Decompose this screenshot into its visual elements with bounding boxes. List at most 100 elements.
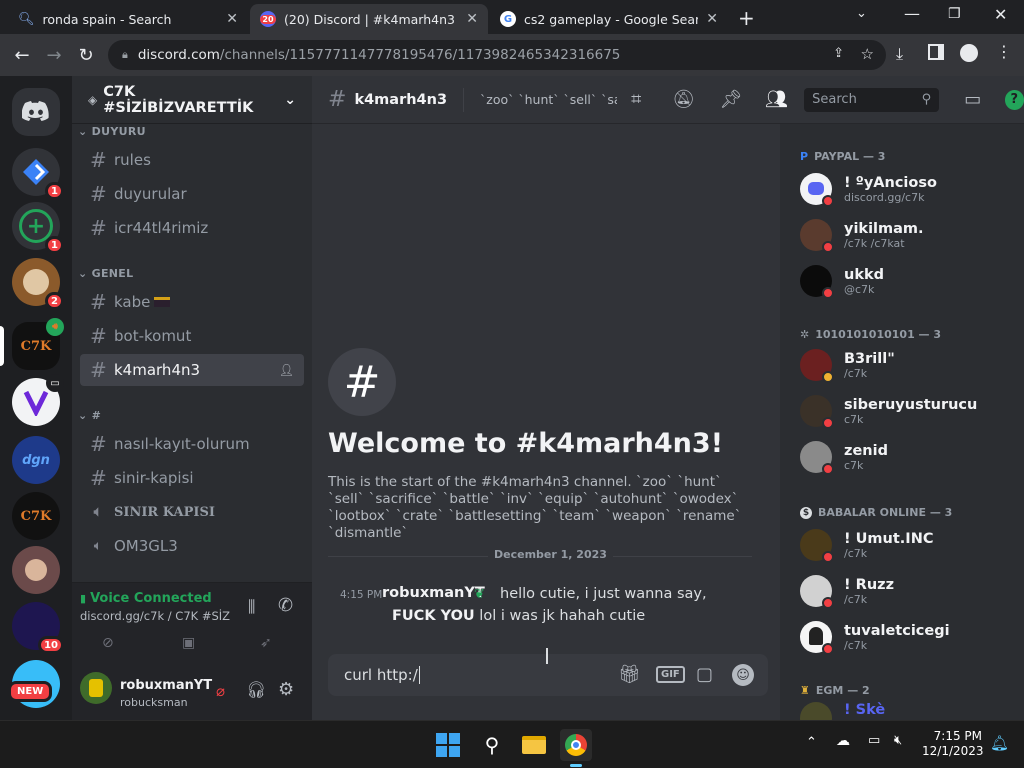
- close-icon[interactable]: ✕: [226, 11, 238, 27]
- channel-k4marh4n3[interactable]: # k4marh4n3 👤︎: [80, 354, 304, 386]
- member-item[interactable]: ! Ruzz/c7k: [800, 570, 1020, 612]
- volume-muted-icon[interactable]: 🔇︎: [894, 733, 902, 748]
- voice-channel-sinir-kapisi[interactable]: 🔈︎ SINIR KAPISI: [80, 496, 304, 528]
- noise-suppression-icon[interactable]: ⫼: [248, 597, 255, 617]
- voice-channel-link[interactable]: discord.gg/c7k / C7K #SİZİ...: [80, 609, 230, 623]
- inbox-icon[interactable]: ▭: [961, 88, 984, 112]
- server-icon[interactable]: 10: [12, 602, 64, 654]
- member-item[interactable]: tuvaletcicegi/c7k: [800, 616, 1020, 658]
- camera-off-icon[interactable]: ⊘: [102, 635, 114, 651]
- new-tab-button[interactable]: +: [738, 6, 755, 30]
- onedrive-icon[interactable]: ☁: [836, 733, 850, 749]
- back-arrow-icon[interactable]: ←: [6, 39, 38, 71]
- server-icon[interactable]: [12, 546, 60, 594]
- chrome-icon[interactable]: [560, 729, 592, 767]
- avatar[interactable]: [80, 672, 112, 704]
- message-input[interactable]: curl http:/ 🎁︎ GIF ▢ ☺: [328, 654, 768, 696]
- headphones-icon[interactable]: 🎧︎: [246, 680, 266, 699]
- help-icon[interactable]: ?: [1004, 89, 1024, 110]
- minimize-icon[interactable]: —: [904, 4, 920, 23]
- server-icon[interactable]: dgn: [12, 436, 60, 484]
- forward-arrow-icon[interactable]: →: [38, 39, 70, 71]
- voice-channel-om3gl3[interactable]: 🔈︎ OM3GL3: [80, 530, 304, 562]
- mic-muted-icon[interactable]: ⌀: [216, 682, 225, 700]
- channel-sinir-kapisi[interactable]: # sinir-kapisi: [80, 462, 304, 494]
- tab-search-icon[interactable]: ⌄: [856, 6, 867, 21]
- pin-icon[interactable]: 📌︎: [719, 88, 743, 112]
- screen-share-icon[interactable]: ▣: [182, 635, 195, 651]
- category-duyuru[interactable]: ⌄ DUYURU: [78, 125, 146, 138]
- kaaba-emoji-icon: [154, 297, 171, 307]
- member-item[interactable]: ! Umut.INC/c7k: [800, 524, 1020, 566]
- server-icon-c7k[interactable]: C7K: [12, 492, 60, 540]
- gif-icon[interactable]: GIF: [656, 666, 685, 683]
- profile-icon[interactable]: [960, 44, 978, 62]
- disconnect-call-icon[interactable]: ✆: [278, 595, 293, 616]
- member-item[interactable]: zenid c7k: [800, 436, 1020, 478]
- bookmark-star-icon[interactable]: ☆: [861, 45, 874, 63]
- server-icon-c7k[interactable]: C7K 🔊︎: [0, 318, 64, 370]
- reload-icon[interactable]: ↻: [70, 39, 102, 71]
- member-item[interactable]: ! ºyAncioso discord.gg/c7k: [800, 168, 1020, 210]
- category-hash[interactable]: ⌄ #: [78, 409, 101, 422]
- sticker-icon[interactable]: ▢: [696, 664, 713, 685]
- server-header[interactable]: ◈ C7K #SİZİBİZVARETTİK ⌄: [72, 76, 312, 124]
- channel-kabe[interactable]: # kabe: [80, 286, 304, 318]
- member-item[interactable]: ! Skè: [800, 702, 1020, 720]
- member-item[interactable]: B3rill"/c7k: [800, 344, 1020, 386]
- voice-status[interactable]: ▮ Voice Connected: [80, 591, 212, 606]
- settings-gear-icon[interactable]: ⚙: [278, 679, 294, 700]
- search-icon[interactable]: ⚲: [476, 729, 508, 761]
- server-icon[interactable]: ▭: [12, 374, 64, 426]
- close-icon[interactable]: ✕: [706, 11, 718, 27]
- activity-rocket-icon[interactable]: ➶: [260, 635, 272, 651]
- member-item[interactable]: ukkd @c7k: [800, 260, 1020, 302]
- gift-icon[interactable]: 🎁︎: [618, 664, 641, 685]
- user-panel: robuxmanYT robucksman ⌀ 🎧︎ ⚙: [72, 658, 312, 720]
- add-member-icon[interactable]: 👤︎: [279, 363, 294, 377]
- member-item[interactable]: yikilmam./c7k /c7kat: [800, 214, 1020, 256]
- avatar: [800, 702, 832, 720]
- member-item[interactable]: siberuyusturucu c7k: [800, 390, 1020, 432]
- chevron-up-icon[interactable]: ⌃: [806, 735, 817, 750]
- menu-kebab-icon[interactable]: ⋮: [996, 42, 1012, 61]
- network-icon[interactable]: ▭: [868, 733, 880, 748]
- notifications-muted-icon[interactable]: 🔕︎: [672, 88, 695, 112]
- restore-icon[interactable]: ❐: [948, 6, 961, 22]
- browser-tab-active[interactable]: 20 (20) Discord | #k4marh4n3 | C7K ✕: [250, 4, 488, 34]
- share-icon[interactable]: ⇪: [833, 46, 844, 61]
- message-author[interactable]: robuxmanYT: [382, 585, 485, 601]
- member-status: /c7k: [844, 366, 868, 380]
- channel-icr44tl4rimiz[interactable]: # icr44tl4rimiz: [80, 212, 304, 244]
- add-server-icon[interactable]: + 1: [12, 202, 64, 254]
- server-icon[interactable]: 2: [12, 258, 64, 310]
- member-list-icon[interactable]: 👥︎: [765, 88, 788, 112]
- channel-nasil-kayit-olurum[interactable]: # nasıl-kayıt-olurum: [80, 428, 304, 460]
- channel-duyurular[interactable]: # duyurular: [80, 178, 304, 210]
- address-bar[interactable]: 🔒︎ discord.com/channels/1157771147778195…: [108, 40, 886, 70]
- browser-tab[interactable]: 🔍︎ ronda spain - Search ✕: [8, 4, 248, 34]
- server-icon[interactable]: 1: [12, 148, 64, 200]
- paypal-icon: P: [800, 150, 809, 163]
- notification-bell-icon[interactable]: 🔔︎: [990, 734, 1009, 752]
- lock-icon: 🔒︎: [122, 48, 128, 61]
- side-panel-icon[interactable]: [928, 44, 944, 60]
- browser-tab[interactable]: G cs2 gameplay - Google Search ✕: [490, 4, 728, 34]
- tab-title: (20) Discord | #k4marh4n3 | C7K: [284, 11, 458, 27]
- search-input[interactable]: Search ⚲: [804, 87, 940, 112]
- clock[interactable]: 7:15 PM 12/1/2023: [922, 729, 984, 759]
- channel-topic[interactable]: `zoo` `hunt` `sell` `sacr...: [480, 92, 617, 107]
- channel-rules[interactable]: # rules: [80, 144, 304, 176]
- threads-icon[interactable]: ⌗: [625, 88, 648, 112]
- server-icon[interactable]: NEW: [8, 660, 60, 708]
- idle-status-icon: [822, 371, 834, 383]
- close-icon[interactable]: ✕: [466, 11, 478, 27]
- window-close-icon[interactable]: ✕: [994, 5, 1007, 24]
- discord-home-icon[interactable]: [12, 88, 60, 136]
- windows-start-icon[interactable]: [432, 729, 464, 761]
- file-explorer-icon[interactable]: [518, 729, 550, 761]
- emoji-icon[interactable]: ☺: [732, 664, 754, 686]
- channel-bot-komut[interactable]: # bot-komut: [80, 320, 304, 352]
- download-icon[interactable]: ⤓: [896, 44, 903, 64]
- category-genel[interactable]: ⌄ GENEL: [78, 267, 133, 280]
